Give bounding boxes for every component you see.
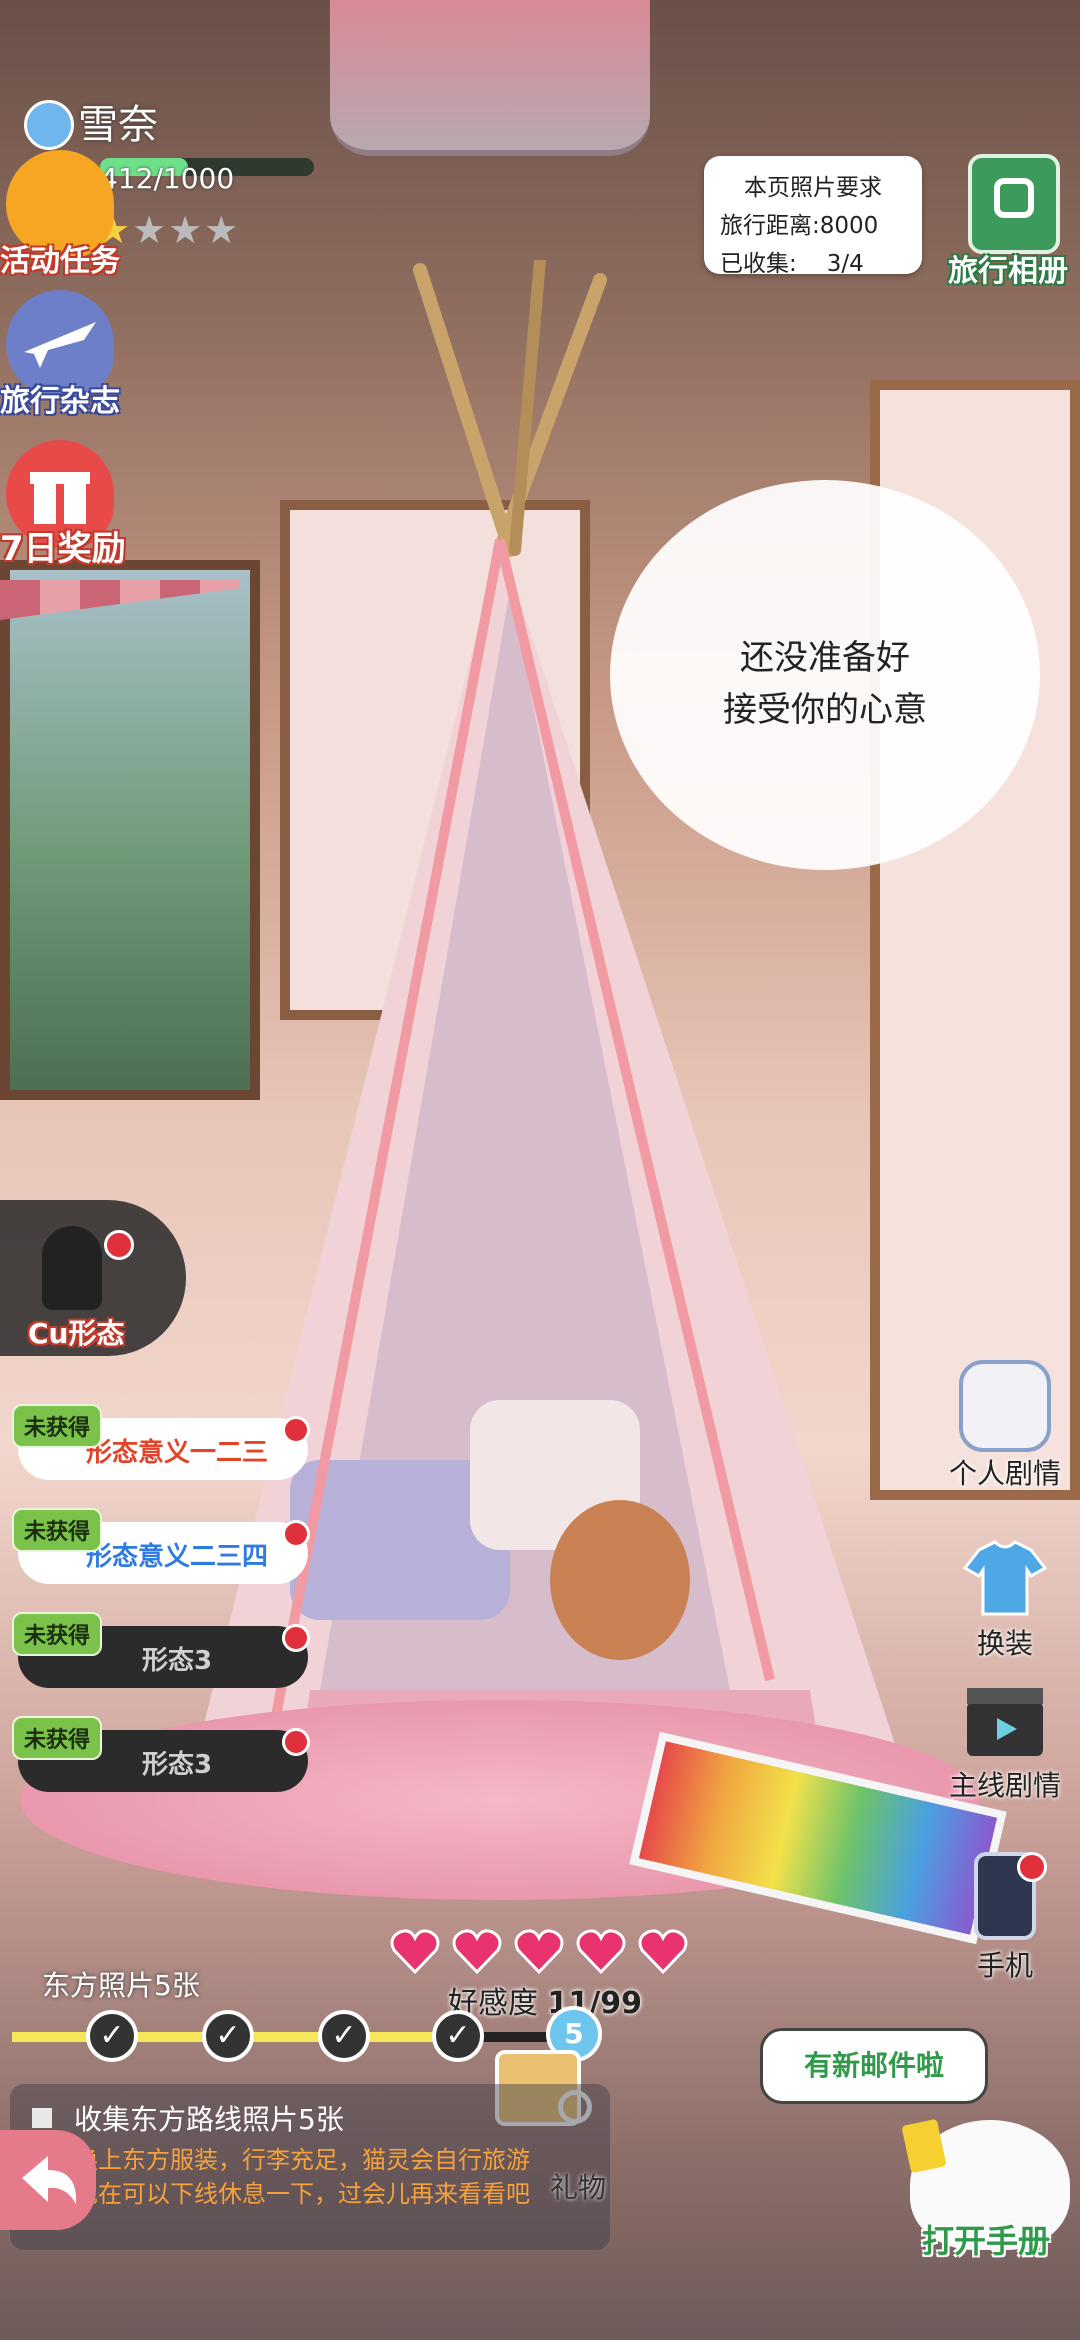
phone-icon xyxy=(959,1852,1051,1944)
task-description-line-2: 现在可以下线休息一下，过会儿再来看看吧 xyxy=(74,2180,530,2208)
personal-story-button[interactable]: 个人剧情 xyxy=(930,1360,1080,1492)
manual-button[interactable]: 打开手册 xyxy=(900,2110,1080,2340)
photo-requirement-card: 本页照片要求 旅行距离:8000 已收集: 3/4 xyxy=(704,156,922,277)
shirt-icon xyxy=(959,1530,1051,1622)
milestone-check-icon: ✓ xyxy=(202,2010,254,2062)
heart-icon xyxy=(390,1929,440,1975)
travel-magazine-label: 旅行杂志 xyxy=(0,384,120,419)
personal-story-label: 个人剧情 xyxy=(948,1457,1061,1490)
task-description-line-1: 换上东方服装，行李充足，猫灵会自行旅游 xyxy=(74,2146,530,2174)
photo-req-title: 本页照片要求 xyxy=(744,175,882,201)
form-item[interactable]: 形态3 未获得 xyxy=(12,1716,310,1796)
form-item[interactable]: 形态意义二三四 未获得 xyxy=(12,1508,310,1588)
back-button[interactable] xyxy=(0,2130,96,2230)
form-item[interactable]: 形态3 未获得 xyxy=(12,1612,310,1692)
form-item[interactable]: 形态意义一二三 未获得 xyxy=(12,1404,310,1484)
travel-album-label: 旅行相册 xyxy=(948,254,1068,289)
yellow-card-icon xyxy=(901,2118,947,2174)
affection-hearts xyxy=(388,1924,718,1982)
form-item-status-tag: 未获得 xyxy=(12,1508,103,1552)
player-name: 雪奈 xyxy=(78,102,158,148)
album-icon xyxy=(968,154,1060,254)
milestone-check-icon: ✓ xyxy=(86,2010,138,2062)
seven-day-reward-label: 7日奖励 xyxy=(0,529,126,569)
gift-label: 礼物 xyxy=(550,2171,607,2204)
mail-notice-text: 有新邮件啦 xyxy=(803,2049,944,2082)
affection-readout: 好感度 11/99 xyxy=(448,1978,642,2022)
milestone-check-icon: ✓ xyxy=(432,2010,484,2062)
task-checkbox xyxy=(32,2108,52,2128)
travel-magazine-button[interactable]: 旅行杂志 xyxy=(0,290,130,420)
star-icon: ★ xyxy=(204,208,241,252)
form-item-status-tag: 未获得 xyxy=(12,1404,103,1448)
notification-dot xyxy=(282,1624,310,1652)
photo-req-collected: 已收集: 3/4 xyxy=(720,251,864,277)
mail-notice-bubble[interactable]: 有新邮件啦 xyxy=(760,2028,988,2104)
heart-icon xyxy=(514,1929,564,1975)
notification-dot xyxy=(1017,1852,1047,1882)
outfit-label: 换装 xyxy=(976,1627,1033,1660)
star-icon: ★ xyxy=(132,208,169,252)
game-scene: 还没准备好 接受你的心意 雪奈 412/1000 ★★★★ 活动任务 旅行杂志 … xyxy=(0,0,1080,2340)
form-item-status-tag: 未获得 xyxy=(12,1612,103,1656)
phone-label: 手机 xyxy=(976,1949,1033,1982)
heart-icon xyxy=(452,1929,502,1975)
main-story-button[interactable]: 主线剧情 xyxy=(930,1672,1080,1804)
manual-label: 打开手册 xyxy=(922,2222,1051,2260)
photo-req-distance: 旅行距离:8000 xyxy=(720,213,879,239)
character-silhouette-icon xyxy=(42,1226,102,1310)
speech-line-1: 还没准备好 xyxy=(740,638,910,678)
progress-track: ✓ ✓ ✓ ✓ 5 xyxy=(12,2006,602,2062)
event-mission-button[interactable]: 活动任务 xyxy=(0,150,130,280)
back-arrow-icon xyxy=(22,2156,77,2204)
form-panel-dot xyxy=(104,1230,134,1260)
seven-day-reward-button[interactable]: 7日奖励 xyxy=(0,440,130,570)
clapperboard-icon xyxy=(959,1672,1051,1764)
speech-line-2: 接受你的心意 xyxy=(723,690,927,730)
event-mission-label: 活动任务 xyxy=(0,244,120,279)
milestone-check-icon: ✓ xyxy=(318,2010,370,2062)
task-panel: 收集东方路线照片5张 换上东方服装，行李充足，猫灵会自行旅游 现在可以下线休息一… xyxy=(10,2084,610,2250)
heart-icon xyxy=(638,1929,688,1975)
outfit-button[interactable]: 换装 xyxy=(930,1530,1080,1662)
form-panel-title: Cu形态 xyxy=(28,1317,125,1350)
task-title: 收集东方路线照片5张 xyxy=(74,2103,344,2136)
notification-dot xyxy=(282,1416,310,1444)
notification-dot xyxy=(282,1728,310,1756)
speech-bubble-text: 还没准备好 接受你的心意 xyxy=(610,632,1040,736)
phone-button[interactable]: 手机 xyxy=(930,1852,1080,1984)
lamp-shade xyxy=(330,0,650,156)
player-avatar[interactable] xyxy=(24,100,74,150)
notification-dot xyxy=(282,1520,310,1548)
star-icon: ★ xyxy=(168,208,205,252)
main-story-label: 主线剧情 xyxy=(948,1769,1061,1802)
dice-icon xyxy=(959,1360,1051,1452)
heart-icon xyxy=(576,1929,626,1975)
form-panel-avatar[interactable]: Cu形态 xyxy=(0,1200,186,1356)
travel-album-button[interactable]: 旅行相册 xyxy=(948,150,1080,290)
form-item-status-tag: 未获得 xyxy=(12,1716,103,1760)
progress-label: 东方照片5张 xyxy=(42,1969,200,2002)
